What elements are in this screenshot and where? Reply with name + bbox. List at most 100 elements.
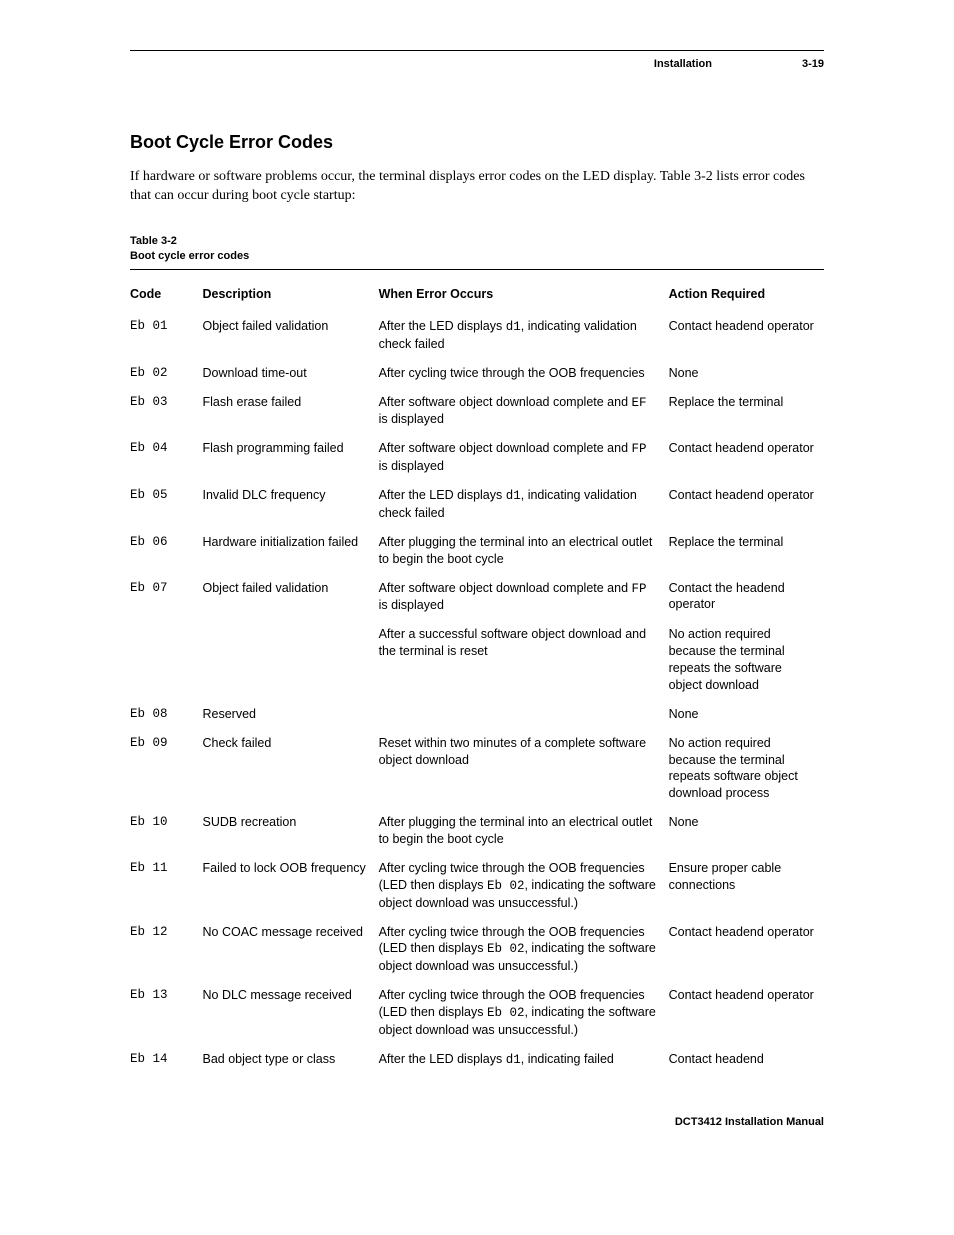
col-header-action: Action Required <box>669 280 824 312</box>
table-row: Eb 06Hardware initialization failedAfter… <box>130 528 824 574</box>
table-row: Eb 10SUDB recreationAfter plugging the t… <box>130 808 824 854</box>
inline-code: Eb 02 <box>487 1006 525 1020</box>
cell-code: Eb 03 <box>130 388 203 435</box>
header-page-number: 3-19 <box>802 57 824 71</box>
cell-action: No action required because the terminal … <box>669 620 824 700</box>
header-section: Installation <box>654 57 712 71</box>
cell-action: Contact the headend operator <box>669 574 824 621</box>
cell-when: After plugging the terminal into an elec… <box>379 808 669 854</box>
table-row: Eb 08Reserved None <box>130 700 824 729</box>
cell-description: Failed to lock OOB frequency <box>203 854 379 918</box>
footer-text: DCT3412 Installation Manual <box>130 1115 824 1129</box>
cell-action: Replace the terminal <box>669 388 824 435</box>
intro-paragraph: If hardware or software problems occur, … <box>130 167 824 206</box>
cell-description: No DLC message received <box>203 981 379 1045</box>
cell-code: Eb 06 <box>130 528 203 574</box>
cell-description: Download time-out <box>203 359 379 388</box>
cell-action: Contact headend operator <box>669 312 824 359</box>
table-row: Eb 04Flash programming failedAfter softw… <box>130 434 824 481</box>
cell-action: None <box>669 359 824 388</box>
inline-code: Eb 02 <box>487 942 525 956</box>
cell-when: After software object download complete … <box>379 388 669 435</box>
cell-code: Eb 04 <box>130 434 203 481</box>
cell-when: After cycling twice through the OOB freq… <box>379 918 669 982</box>
cell-action: No action required because the terminal … <box>669 729 824 809</box>
cell-description: SUDB recreation <box>203 808 379 854</box>
table-row: Eb 01Object failed validationAfter the L… <box>130 312 824 359</box>
page-header: Installation 3-19 <box>130 57 824 71</box>
cell-description: Hardware initialization failed <box>203 528 379 574</box>
table-row: Eb 12No COAC message receivedAfter cycli… <box>130 918 824 982</box>
cell-action: Contact headend operator <box>669 918 824 982</box>
table-row: Eb 14Bad object type or classAfter the L… <box>130 1045 824 1075</box>
table-label: Table 3-2 Boot cycle error codes <box>130 234 824 265</box>
inline-code: FP <box>632 582 647 596</box>
table-body: Eb 01Object failed validationAfter the L… <box>130 312 824 1075</box>
cell-code: Eb 09 <box>130 729 203 809</box>
table-row: Eb 11Failed to lock OOB frequencyAfter c… <box>130 854 824 918</box>
table-row: Eb 02Download time-outAfter cycling twic… <box>130 359 824 388</box>
section-title: Boot Cycle Error Codes <box>130 131 824 154</box>
cell-code: Eb 14 <box>130 1045 203 1075</box>
cell-when: After the LED displays d1, indicating va… <box>379 312 669 359</box>
table-row: Eb 13No DLC message receivedAfter cyclin… <box>130 981 824 1045</box>
cell-description: Invalid DLC frequency <box>203 481 379 528</box>
cell-code: Eb 13 <box>130 981 203 1045</box>
inline-code: d1 <box>506 489 521 503</box>
cell-description: Bad object type or class <box>203 1045 379 1075</box>
cell-code <box>130 620 203 700</box>
cell-action: None <box>669 808 824 854</box>
cell-code: Eb 05 <box>130 481 203 528</box>
col-header-description: Description <box>203 280 379 312</box>
inline-code: d1 <box>506 320 521 334</box>
cell-when: After the LED displays d1, indicating va… <box>379 481 669 528</box>
table-label-title: Boot cycle error codes <box>130 249 824 264</box>
cell-when: After software object download complete … <box>379 574 669 621</box>
inline-code: d1 <box>506 1053 521 1067</box>
cell-action: Contact headend operator <box>669 434 824 481</box>
table-row: Eb 03Flash erase failedAfter software ob… <box>130 388 824 435</box>
cell-description: Flash programming failed <box>203 434 379 481</box>
cell-code: Eb 01 <box>130 312 203 359</box>
table-row: Eb 05Invalid DLC frequencyAfter the LED … <box>130 481 824 528</box>
cell-when: After cycling twice through the OOB freq… <box>379 854 669 918</box>
cell-code: Eb 07 <box>130 574 203 621</box>
table-rule <box>130 269 824 270</box>
cell-code: Eb 08 <box>130 700 203 729</box>
cell-when: After cycling twice through the OOB freq… <box>379 981 669 1045</box>
cell-action: Contact headend <box>669 1045 824 1075</box>
cell-when: After plugging the terminal into an elec… <box>379 528 669 574</box>
cell-action: Contact headend operator <box>669 981 824 1045</box>
table-row: Eb 09Check failedReset within two minute… <box>130 729 824 809</box>
cell-code: Eb 12 <box>130 918 203 982</box>
cell-when: After the LED displays d1, indicating fa… <box>379 1045 669 1075</box>
cell-action: Contact headend operator <box>669 481 824 528</box>
col-header-when: When Error Occurs <box>379 280 669 312</box>
cell-code: Eb 11 <box>130 854 203 918</box>
table-row: After a successful software object downl… <box>130 620 824 700</box>
cell-when: After cycling twice through the OOB freq… <box>379 359 669 388</box>
cell-description: Object failed validation <box>203 574 379 621</box>
cell-description: Flash erase failed <box>203 388 379 435</box>
cell-description: Check failed <box>203 729 379 809</box>
col-header-code: Code <box>130 280 203 312</box>
header-rule <box>130 50 824 51</box>
cell-when: Reset within two minutes of a complete s… <box>379 729 669 809</box>
cell-action: Ensure proper cable connections <box>669 854 824 918</box>
cell-description <box>203 620 379 700</box>
cell-when: After software object download complete … <box>379 434 669 481</box>
cell-action: None <box>669 700 824 729</box>
inline-code: Eb 02 <box>487 879 525 893</box>
table-row: Eb 07Object failed validationAfter softw… <box>130 574 824 621</box>
cell-action: Replace the terminal <box>669 528 824 574</box>
inline-code: EF <box>632 396 647 410</box>
cell-when: After a successful software object downl… <box>379 620 669 700</box>
inline-code: FP <box>632 442 647 456</box>
error-codes-table: Code Description When Error Occurs Actio… <box>130 280 824 1075</box>
table-header-row: Code Description When Error Occurs Actio… <box>130 280 824 312</box>
cell-description: Reserved <box>203 700 379 729</box>
cell-code: Eb 02 <box>130 359 203 388</box>
cell-description: Object failed validation <box>203 312 379 359</box>
cell-when <box>379 700 669 729</box>
cell-code: Eb 10 <box>130 808 203 854</box>
